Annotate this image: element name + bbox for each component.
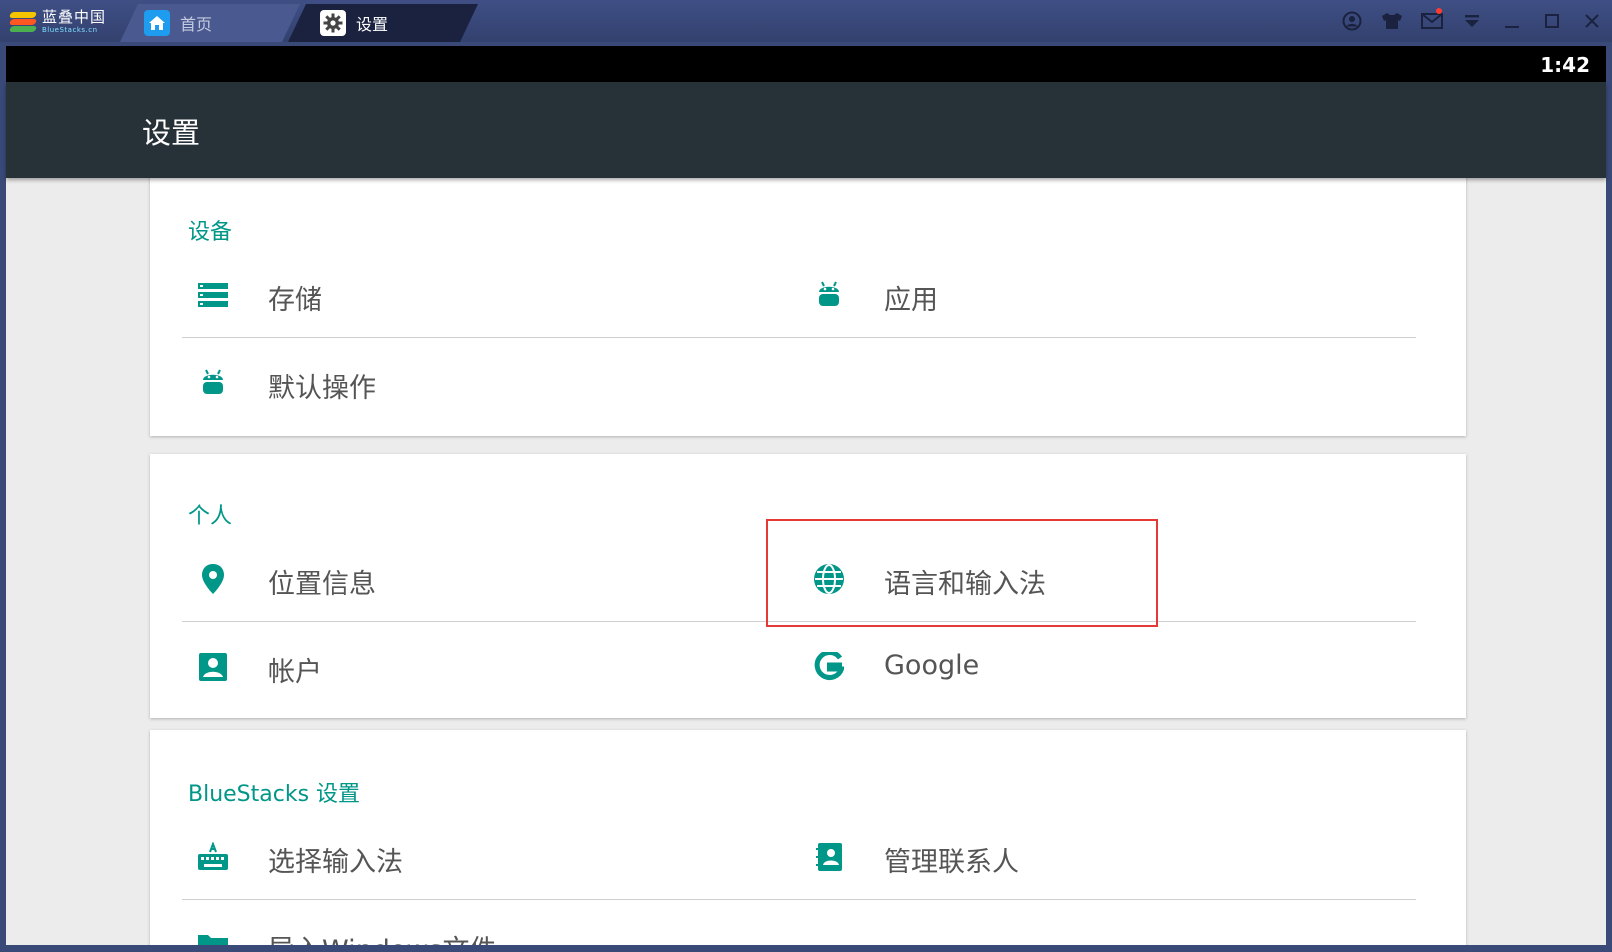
page-title: 设置: [142, 110, 200, 152]
minimize-icon[interactable]: [1492, 0, 1532, 42]
status-clock: 1:42: [1540, 53, 1590, 77]
globe-icon: [812, 562, 846, 596]
settings-list[interactable]: 设备 存储 应用 默认操作 个人: [6, 178, 1606, 945]
keyboard-icon: [196, 840, 230, 874]
settings-item-select-ime[interactable]: 选择输入法: [182, 812, 800, 900]
tab-settings[interactable]: 设置: [288, 4, 478, 42]
settings-item-location[interactable]: 位置信息: [182, 534, 800, 622]
divider: [798, 899, 1416, 900]
android-icon: [812, 278, 846, 312]
android-icon: [196, 366, 230, 400]
settings-item-label: 语言和输入法: [884, 562, 1046, 601]
settings-item-default-actions[interactable]: 默认操作: [182, 338, 800, 426]
android-status-bar: 1:42: [6, 46, 1606, 82]
storage-icon: [196, 278, 230, 312]
settings-item-label: 选择输入法: [268, 840, 403, 879]
settings-item-language-input[interactable]: 语言和输入法: [798, 534, 1416, 622]
section-header-personal: 个人: [188, 498, 232, 530]
window-title-bar: 蓝叠中国 BlueStacks.cn 首页: [0, 0, 1612, 42]
maximize-icon[interactable]: [1532, 0, 1572, 42]
section-bluestacks: BlueStacks 设置 选择输入法 管理联系人 导入Windows文件: [150, 730, 1466, 945]
account-icon[interactable]: [1332, 0, 1372, 42]
bluestacks-logo-icon: [10, 12, 36, 32]
account-box-icon: [196, 650, 230, 684]
settings-item-label: 帐户: [268, 650, 322, 689]
gear-icon: [320, 10, 346, 36]
section-header-bluestacks: BlueStacks 设置: [188, 776, 360, 808]
settings-item-manage-contacts[interactable]: 管理联系人: [798, 812, 1416, 900]
settings-item-label: 管理联系人: [884, 840, 1019, 879]
settings-item-label: 应用: [884, 278, 938, 317]
google-icon: [812, 650, 846, 684]
settings-item-label: 默认操作: [268, 366, 376, 405]
settings-item-label: Google: [884, 650, 979, 681]
settings-item-google[interactable]: Google: [798, 622, 1416, 710]
settings-item-accounts[interactable]: 帐户: [182, 622, 800, 710]
menu-arrow-icon[interactable]: [1452, 0, 1492, 42]
bluestacks-logo: 蓝叠中国 BlueStacks.cn: [10, 8, 106, 36]
notification-dot: [1436, 8, 1442, 14]
section-device: 设备 存储 应用 默认操作: [150, 178, 1466, 436]
close-icon[interactable]: [1572, 0, 1612, 42]
location-icon: [196, 562, 230, 596]
section-header-device: 设备: [188, 214, 232, 246]
mail-icon[interactable]: [1412, 0, 1452, 42]
brand-name-cn: 蓝叠中国: [42, 10, 106, 25]
settings-item-storage[interactable]: 存储: [182, 250, 800, 338]
settings-item-label: 存储: [268, 278, 322, 317]
brand-name-en: BlueStacks.cn: [42, 27, 106, 34]
contacts-icon: [812, 840, 846, 874]
tab-home[interactable]: 首页: [120, 4, 300, 42]
settings-item-label: 位置信息: [268, 562, 376, 601]
settings-item-label: 导入Windows文件: [268, 928, 497, 945]
folder-icon: [196, 928, 230, 945]
tab-home-label: 首页: [180, 11, 212, 35]
settings-item-import-windows-files[interactable]: 导入Windows文件: [182, 900, 800, 945]
app-bar: 设置: [6, 82, 1606, 178]
divider: [798, 337, 1416, 338]
tab-settings-label: 设置: [356, 11, 388, 35]
home-icon: [144, 10, 170, 36]
window-frame-right: [1606, 42, 1612, 952]
settings-item-apps[interactable]: 应用: [798, 250, 1416, 338]
skin-icon[interactable]: [1372, 0, 1412, 42]
section-personal: 个人 位置信息 语言和输入法 帐户 Google: [150, 454, 1466, 718]
